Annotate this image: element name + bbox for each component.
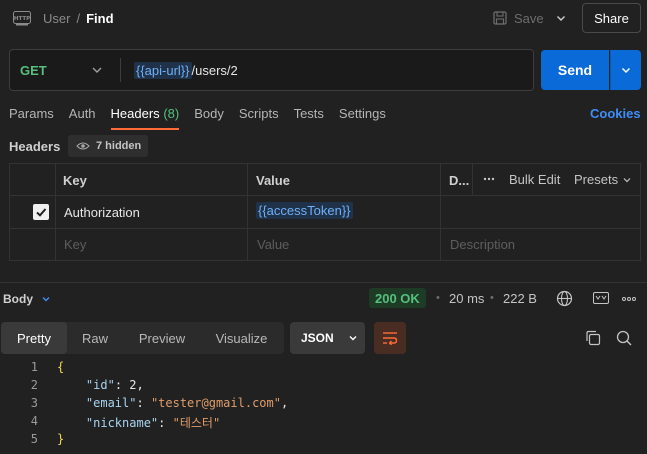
tab-scripts[interactable]: Scripts [239, 106, 279, 122]
column-header-value: Value [256, 173, 290, 188]
response-divider [0, 282, 647, 283]
code-line: "id": 2, [85, 378, 144, 392]
header-key-cell[interactable]: Authorization [64, 205, 140, 220]
send-options-chevron-down-icon[interactable] [610, 50, 641, 90]
column-header-key: Key [63, 173, 87, 188]
access-token-variable-chip[interactable]: {{accessToken}} [256, 202, 353, 219]
breadcrumb-parent[interactable]: User [43, 11, 70, 26]
hidden-headers-toggle[interactable]: 7 hidden [68, 135, 148, 157]
tab-preview[interactable]: Preview [123, 322, 201, 354]
column-header-description[interactable]: D... [449, 173, 469, 188]
tab-raw[interactable]: Raw [67, 322, 123, 354]
chevron-down-icon [622, 175, 632, 185]
response-body-label: Body [3, 292, 33, 306]
presets-label: Presets [574, 172, 619, 187]
checkmark-icon [35, 206, 47, 218]
more-options-icon[interactable] [622, 296, 636, 302]
line-number: 1 [30, 360, 38, 374]
json-key: "id" [85, 378, 115, 392]
save-button[interactable]: Save [492, 6, 548, 30]
json-value: "tester@gmail.com" [150, 396, 281, 410]
more-options-icon[interactable] [483, 174, 495, 184]
cookies-link[interactable]: Cookies [590, 106, 641, 121]
json-key: "email" [85, 396, 137, 410]
json-open-brace: { [57, 360, 65, 374]
new-key-input[interactable]: Key [64, 237, 86, 252]
tab-tests[interactable]: Tests [294, 106, 324, 122]
header-row-checkbox[interactable] [33, 204, 49, 220]
url-variable-chip[interactable]: {{api-url}} [134, 61, 192, 79]
request-name[interactable]: Find [86, 11, 113, 26]
new-description-input[interactable]: Description [450, 237, 515, 252]
line-number: 3 [30, 396, 38, 410]
globe-icon[interactable] [556, 290, 573, 307]
table-col-divider [472, 163, 473, 195]
table-row-divider [9, 228, 641, 229]
line-number: 5 [30, 432, 38, 446]
table-row-divider [9, 195, 641, 196]
tab-params[interactable]: Params [9, 106, 54, 122]
format-select[interactable]: JSON [290, 322, 365, 354]
header-value-cell[interactable]: {{accessToken}} [256, 202, 353, 219]
json-key: "nickname" [85, 416, 159, 430]
copy-icon[interactable] [585, 330, 601, 346]
line-number: 2 [30, 378, 38, 392]
method-chevron-down-icon[interactable] [90, 63, 104, 77]
request-tabs: Params Auth Headers (8) Body Scripts Tes… [9, 106, 386, 130]
breadcrumb-separator: / [76, 10, 81, 26]
share-button[interactable]: Share [582, 3, 641, 33]
table-col-divider [55, 163, 56, 261]
http-request-icon: HTTP [13, 9, 31, 27]
response-time[interactable]: 20 ms [449, 291, 484, 306]
url-input[interactable]: {{api-url}} /users/2 [134, 61, 238, 79]
save-label: Save [514, 10, 544, 26]
tab-auth[interactable]: Auth [69, 106, 96, 122]
response-body-toggle[interactable]: Body [3, 292, 51, 306]
tab-pretty[interactable]: Pretty [1, 322, 67, 354]
tab-headers[interactable]: Headers (8) [110, 106, 180, 130]
line-number: 4 [30, 414, 38, 428]
url-divider [120, 58, 121, 82]
separator-dot: • [490, 292, 494, 304]
headers-section-title: Headers [9, 139, 61, 154]
send-button[interactable]: Send [541, 50, 609, 90]
presets-dropdown[interactable]: Presets [574, 172, 632, 187]
svg-text:HTTP: HTTP [14, 16, 30, 22]
code-line: "email": "tester@gmail.com", [85, 396, 289, 410]
chevron-down-icon [41, 294, 51, 304]
wrap-lines-button[interactable] [374, 322, 406, 354]
tab-body[interactable]: Body [194, 106, 224, 122]
tab-headers-label: Headers [110, 106, 160, 121]
table-col-divider [247, 163, 248, 261]
json-value: "테스터" [172, 416, 221, 430]
save-icon [492, 10, 508, 26]
save-options-chevron-down-icon[interactable] [551, 8, 571, 28]
wrap-lines-icon [382, 331, 398, 345]
table-col-divider [440, 163, 441, 261]
tab-headers-count: (8) [163, 106, 180, 121]
response-size[interactable]: 222 B [503, 291, 537, 306]
new-value-input[interactable]: Value [257, 237, 289, 252]
code-line: { [57, 360, 64, 374]
code-line: "nickname": "테스터" [85, 416, 221, 430]
breadcrumb: User / Find [43, 10, 114, 26]
bulk-edit-button[interactable]: Bulk Edit [509, 172, 560, 187]
json-close-brace: } [57, 432, 65, 446]
separator-dot: • [436, 292, 440, 304]
format-label: JSON [301, 331, 334, 345]
tab-visualize[interactable]: Visualize [201, 322, 282, 354]
eye-icon [76, 141, 90, 151]
chevron-down-icon [348, 333, 358, 343]
status-badge[interactable]: 200 OK [369, 288, 426, 308]
hidden-count-label: 7 hidden [96, 140, 142, 152]
tab-settings[interactable]: Settings [339, 106, 386, 122]
json-value: 2 [129, 378, 137, 392]
url-path: /users/2 [191, 62, 238, 78]
save-response-icon[interactable] [593, 292, 609, 304]
code-line: } [57, 432, 64, 446]
search-icon[interactable] [616, 330, 632, 346]
